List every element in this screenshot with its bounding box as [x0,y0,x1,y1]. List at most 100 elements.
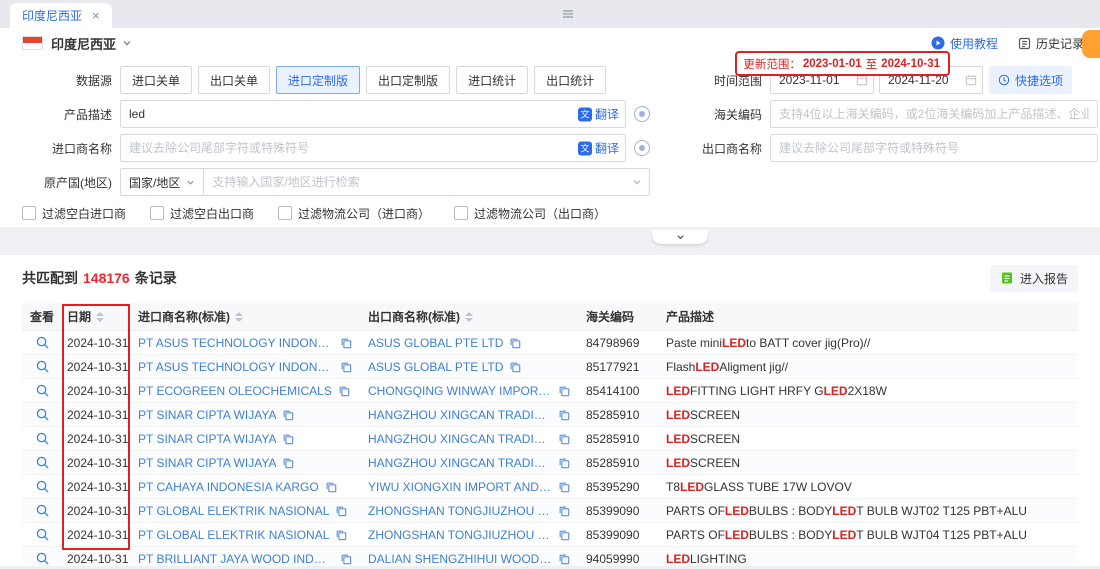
match-suffix: 条记录 [135,268,177,288]
importer-link[interactable]: PT CAHAYA INDONESIA KARGO [138,480,319,494]
translate-button[interactable]: 文 翻译 [574,140,619,157]
copy-icon[interactable] [335,529,347,541]
exporter-link[interactable]: HANGZHOU XINGCAN TRADING CO LTD [368,456,552,470]
exporter-link[interactable]: HANGZHOU XINGCAN TRADING CO LTD [368,408,552,422]
importer-link[interactable]: PT ASUS TECHNOLOGY INDONESIA BA... [138,336,334,350]
copy-icon[interactable] [340,337,352,349]
exact-match-icon[interactable] [634,106,650,122]
view-magnifier-icon[interactable] [36,384,49,397]
importer-link[interactable]: PT ECOGREEN OLEOCHEMICALS [138,384,332,398]
copy-icon[interactable] [558,433,570,445]
copy-icon[interactable] [558,505,570,517]
exact-match-icon[interactable] [634,140,650,156]
copy-icon[interactable] [282,409,294,421]
filter-checkbox[interactable]: 过滤空白出口商 [150,205,254,222]
importer-link[interactable]: PT ASUS TECHNOLOGY INDONESIA BA... [138,360,334,374]
view-magnifier-icon[interactable] [36,408,49,421]
copy-icon[interactable] [282,457,294,469]
copy-icon[interactable] [509,337,521,349]
product-desc-input[interactable] [120,100,626,128]
exporter-link[interactable]: ZHONGSHAN TONGJIUZHOU INTERNA... [368,504,552,518]
quick-options-button[interactable]: 快捷选项 [989,66,1072,94]
importer-link[interactable]: PT SINAR CIPTA WIJAYA [138,432,276,446]
filter-checkbox[interactable]: 过滤空白进口商 [22,205,126,222]
copy-icon[interactable] [509,361,521,373]
data-source-tab[interactable]: 进口统计 [456,66,528,94]
view-magnifier-icon[interactable] [36,528,49,541]
chevron-down-icon[interactable] [122,38,132,48]
annotation-update-range: 更新范围： 2023-01-01 至 2024-10-31 [735,51,950,76]
history-label: 历史记录 [1036,35,1084,52]
exporter-link[interactable]: DALIAN SHENGZHIHUI WOOD INDUST... [368,552,552,566]
view-magnifier-icon[interactable] [36,504,49,517]
copy-icon[interactable] [325,481,337,493]
data-source-tab[interactable]: 出口关单 [198,66,270,94]
importer-link[interactable]: PT GLOBAL ELEKTRIK NASIONAL [138,528,329,542]
origin-label: 原产国(地区) [0,174,120,191]
importer-link[interactable]: PT SINAR CIPTA WIJAYA [138,408,276,422]
copy-icon[interactable] [282,433,294,445]
origin-search-input[interactable] [203,168,650,196]
importer-link[interactable]: PT BRILLIANT JAYA WOOD INDUSTRY [138,552,334,566]
copy-icon[interactable] [335,505,347,517]
sort-icon[interactable] [465,312,473,322]
copy-icon[interactable] [558,553,570,565]
exporter-cell: YIWU XIONGXIN IMPORT AND EXPORT... [360,480,578,494]
exporter-link[interactable]: ZHONGSHAN TONGJIUZHOU INTERNA... [368,528,552,542]
column-header[interactable]: 日期 [62,308,130,325]
filter-checkbox[interactable]: 过滤物流公司（出口商） [454,205,606,222]
view-magnifier-icon[interactable] [36,360,49,373]
exporter-input[interactable] [770,134,1098,162]
collapse-panel-button[interactable] [652,230,708,244]
floating-widget[interactable] [1082,30,1100,58]
translate-button[interactable]: 文 翻译 [574,106,619,123]
customs-code-input[interactable] [770,100,1098,128]
view-magnifier-icon[interactable] [36,336,49,349]
origin-type-select[interactable]: 国家/地区 [120,168,204,196]
copy-icon[interactable] [340,553,352,565]
exporter-link[interactable]: CHONGQING WINWAY IMPORT AND E... [368,384,552,398]
checkbox-label: 过滤物流公司（出口商） [474,205,606,222]
exporter-link[interactable]: YIWU XIONGXIN IMPORT AND EXPORT... [368,480,552,494]
exporter-link[interactable]: HANGZHOU XINGCAN TRADING CO LTD [368,432,552,446]
view-magnifier-icon[interactable] [36,432,49,445]
history-link[interactable]: 历史记录 [1018,35,1084,52]
checkbox-box[interactable] [278,206,292,220]
view-magnifier-icon[interactable] [36,456,49,469]
enter-report-button[interactable]: 进入报告 [990,265,1078,292]
data-source-tab[interactable]: 出口统计 [534,66,606,94]
exporter-link[interactable]: ASUS GLOBAL PTE LTD [368,336,503,350]
copy-icon[interactable] [340,361,352,373]
importer-input[interactable] [120,134,626,162]
checkbox-box[interactable] [22,206,36,220]
importer-cell: PT SINAR CIPTA WIJAYA [130,408,360,422]
filter-checkbox[interactable]: 过滤物流公司（进口商） [278,205,430,222]
copy-icon[interactable] [338,385,350,397]
exporter-link[interactable]: ASUS GLOBAL PTE LTD [368,360,503,374]
view-magnifier-icon[interactable] [36,552,49,565]
copy-icon[interactable] [558,385,570,397]
tutorial-link[interactable]: 使用教程 [931,35,998,52]
checkbox-box[interactable] [150,206,164,220]
tab-indonesia[interactable]: 印度尼西亚 × [10,3,112,28]
copy-icon[interactable] [558,529,570,541]
table-row: 2024-10-31PT BRILLIANT JAYA WOOD INDUSTR… [22,547,1078,566]
copy-icon[interactable] [558,481,570,493]
copy-icon[interactable] [558,457,570,469]
sort-icon[interactable] [96,312,104,322]
importer-link[interactable]: PT SINAR CIPTA WIJAYA [138,456,276,470]
tab-close-icon[interactable]: × [92,8,100,23]
sort-icon[interactable] [235,312,243,322]
copy-icon[interactable] [558,409,570,421]
column-header[interactable]: 进口商名称(标准) [130,308,360,325]
view-cell [22,336,62,349]
checkbox-box[interactable] [454,206,468,220]
column-header[interactable]: 出口商名称(标准) [360,308,578,325]
country-selector-label[interactable]: 印度尼西亚 [51,34,116,53]
view-magnifier-icon[interactable] [36,480,49,493]
data-source-tab[interactable]: 进口定制版 [276,66,360,94]
data-source-tab[interactable]: 出口定制版 [366,66,450,94]
tab-list-icon[interactable] [562,8,574,20]
importer-link[interactable]: PT GLOBAL ELEKTRIK NASIONAL [138,504,329,518]
data-source-tab[interactable]: 进口关单 [120,66,192,94]
